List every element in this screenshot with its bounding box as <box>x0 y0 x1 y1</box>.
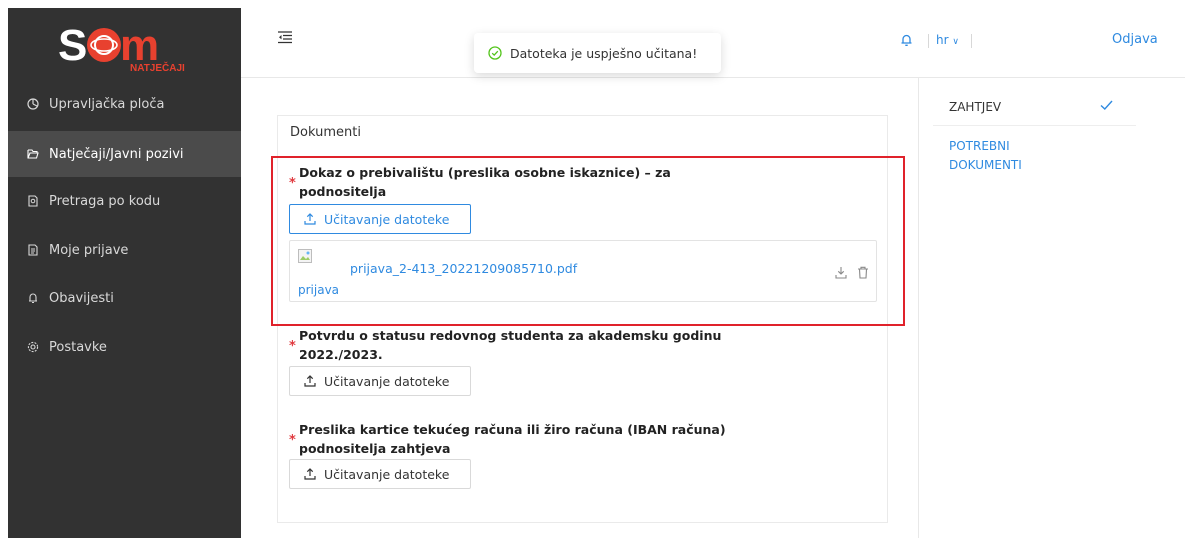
file-text-icon <box>27 244 39 256</box>
sidebar-item-label: Pretraga po kodu <box>49 193 161 209</box>
document-title: Potvrdu o statusu redovnog studenta za a… <box>299 328 722 362</box>
divider <box>933 125 1136 126</box>
divider <box>971 34 972 48</box>
upload-button[interactable]: Učitavanje datoteke <box>289 366 471 396</box>
chevron-down-icon: ∨ <box>952 37 959 47</box>
sidebar-item-postavke[interactable]: Postavke <box>8 324 241 370</box>
upload-button[interactable]: Učitavanje datoteke <box>289 459 471 489</box>
logo-subtitle: NATJEČAJI <box>130 61 185 74</box>
upload-icon <box>304 468 316 480</box>
file-search-icon <box>27 195 39 207</box>
sidebar: S m NATJEČAJI Upravljačka ploča Natječaj… <box>8 8 241 538</box>
sidebar-item-label: Moje prijave <box>49 242 129 258</box>
required-marker: * <box>289 339 296 354</box>
toast-message: Datoteka je uspješno učitana! <box>510 45 698 61</box>
upload-icon <box>304 375 316 387</box>
sidebar-item-label: Obavijesti <box>49 290 114 306</box>
check-icon <box>1100 100 1113 110</box>
sidebar-item-moje-prijave[interactable]: Moje prijave <box>8 227 241 273</box>
menu-fold-icon[interactable] <box>278 31 292 44</box>
bell-icon <box>27 292 39 304</box>
sidebar-item-pretraga[interactable]: Pretraga po kodu <box>8 178 241 224</box>
language-value: hr <box>936 33 949 47</box>
upload-button-label: Učitavanje datoteke <box>324 466 450 482</box>
gear-icon <box>27 341 39 353</box>
success-toast: Datoteka je uspješno učitana! <box>474 33 721 73</box>
notifications-bell-icon[interactable] <box>900 33 913 47</box>
sidebar-item-natjecaji[interactable]: Natječaji/Javni pozivi <box>8 131 241 177</box>
svg-text:S: S <box>58 21 87 70</box>
step-potrebni-dokumenti[interactable]: POTREBNI DOKUMENTI <box>949 137 1069 175</box>
language-selector[interactable]: hr ∨ <box>936 33 959 47</box>
highlight-annotation <box>271 156 905 326</box>
required-marker: * <box>289 433 296 448</box>
sidebar-item-label: Upravljačka ploča <box>49 96 165 112</box>
logout-link[interactable]: Odjava <box>1112 32 1158 47</box>
step-zahtjev[interactable]: ZAHTJEV <box>949 100 1001 114</box>
dashboard-icon <box>27 98 39 110</box>
sidebar-item-label: Natječaji/Javni pozivi <box>49 146 184 162</box>
document-title: Preslika kartice tekućeg računa ili žiro… <box>299 422 726 456</box>
card-title: Dokumenti <box>290 125 361 140</box>
check-circle-icon <box>488 46 502 60</box>
sidebar-item-label: Postavke <box>49 339 107 355</box>
sidebar-item-obavijesti[interactable]: Obavijesti <box>8 275 241 321</box>
sidebar-item-dashboard[interactable]: Upravljačka ploča <box>8 81 241 127</box>
upload-button-label: Učitavanje datoteke <box>324 373 450 389</box>
folder-open-icon <box>27 148 39 160</box>
divider <box>928 34 929 48</box>
app-logo[interactable]: S m NATJEČAJI <box>8 8 241 84</box>
